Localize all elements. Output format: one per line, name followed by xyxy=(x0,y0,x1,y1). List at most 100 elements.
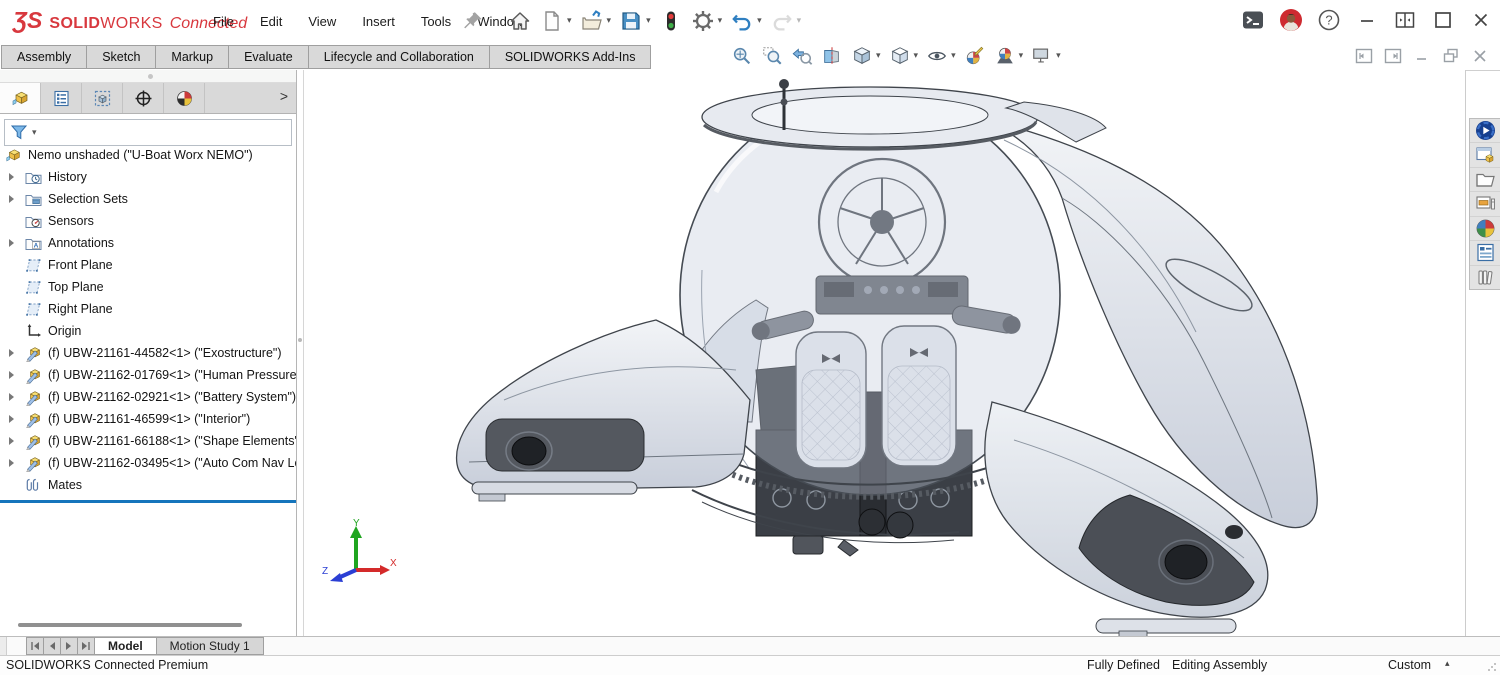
display-style-button[interactable]: ▾ xyxy=(886,44,922,68)
expand-arrow-icon[interactable] xyxy=(5,393,25,401)
expand-arrow-icon[interactable] xyxy=(5,173,25,181)
custom-properties-tab[interactable] xyxy=(1470,241,1500,265)
hide-show-items-button[interactable]: ▾ xyxy=(923,44,959,68)
view-palette-tab[interactable] xyxy=(1470,192,1500,216)
dropdown-caret-icon[interactable]: ▾ xyxy=(607,16,612,26)
appearances-scenes-tab[interactable] xyxy=(1470,217,1500,241)
dimxpertmanager-tab[interactable] xyxy=(123,83,164,113)
unit-system-selector[interactable]: Custom xyxy=(1388,658,1431,672)
tab-nav-last-button[interactable] xyxy=(77,637,95,655)
help-button[interactable]: ? xyxy=(1315,6,1342,33)
home-button[interactable] xyxy=(504,7,536,35)
threedexperience-tab[interactable] xyxy=(1470,119,1500,143)
menu-edit[interactable]: Edit xyxy=(247,0,295,42)
tree-item[interactable]: Origin xyxy=(0,320,296,342)
minimize-button[interactable] xyxy=(1353,6,1380,33)
tree-item[interactable]: (f) UBW-21161-46599<1> ("Interior") xyxy=(0,408,296,430)
dropdown-caret-icon[interactable]: ▾ xyxy=(797,16,802,26)
save-button[interactable]: ▾ xyxy=(615,7,655,35)
panel-splitter-handle[interactable] xyxy=(298,338,302,342)
view-orientation-button[interactable]: ▾ xyxy=(848,44,884,68)
view-settings-button[interactable]: ▾ xyxy=(1028,44,1064,68)
dropdown-caret-icon[interactable]: ▾ xyxy=(1019,51,1024,61)
dropdown-caret-icon[interactable]: ▾ xyxy=(876,51,881,61)
expand-arrow-icon[interactable] xyxy=(5,459,25,467)
undo-button[interactable]: ▾ xyxy=(726,7,766,35)
menu-view[interactable]: View xyxy=(295,0,349,42)
featuremanager-tab[interactable] xyxy=(0,83,41,113)
tree-item[interactable]: History xyxy=(0,166,296,188)
pin-menu-icon[interactable] xyxy=(462,10,484,32)
close-button[interactable] xyxy=(1467,6,1494,33)
switch-window-button[interactable] xyxy=(1391,6,1418,33)
tree-item[interactable]: Selection Sets xyxy=(0,188,296,210)
dropdown-caret-icon[interactable]: ▾ xyxy=(914,51,919,61)
tree-item[interactable]: AAnnotations xyxy=(0,232,296,254)
doc-tab-model[interactable]: Model xyxy=(94,637,157,655)
tree-item[interactable]: Front Plane xyxy=(0,254,296,276)
tree-item[interactable]: (f) UBW-21162-03495<1> ("Auto Com Nav Lo… xyxy=(0,452,296,474)
tab-nav-first-button[interactable] xyxy=(26,637,44,655)
tree-item[interactable]: Right Plane xyxy=(0,298,296,320)
panel-top-splitter[interactable] xyxy=(0,70,296,83)
apply-scene-button[interactable]: ▾ xyxy=(991,44,1027,68)
panel-splitter[interactable] xyxy=(297,70,304,636)
zoom-to-area-button[interactable] xyxy=(758,44,786,68)
tab-markup[interactable]: Markup xyxy=(155,45,229,69)
dropdown-caret-icon[interactable]: ▾ xyxy=(1056,51,1061,61)
tab-assembly[interactable]: Assembly xyxy=(1,45,87,69)
tree-item[interactable]: (f) UBW-21162-01769<1> ("Human Pressure … xyxy=(0,364,296,386)
pane-left-button[interactable] xyxy=(1354,46,1374,66)
menu-tools[interactable]: Tools xyxy=(408,0,464,42)
menu-file[interactable]: File xyxy=(200,0,247,42)
doc-tab-motion-study-1[interactable]: Motion Study 1 xyxy=(156,637,264,655)
tab-lifecycle-and-collaboration[interactable]: Lifecycle and Collaboration xyxy=(308,45,490,69)
expand-arrow-icon[interactable] xyxy=(5,437,25,445)
doc-close-button[interactable] xyxy=(1470,46,1490,66)
expand-arrow-icon[interactable] xyxy=(5,371,25,379)
expand-arrow-icon[interactable] xyxy=(5,239,25,247)
displaymanager-tab[interactable] xyxy=(164,83,205,113)
expand-arrow-icon[interactable] xyxy=(5,415,25,423)
doc-restore-button[interactable] xyxy=(1441,46,1461,66)
filter-funnel-icon[interactable] xyxy=(10,123,29,142)
tab-solidworks-add-ins[interactable]: SOLIDWORKS Add-Ins xyxy=(489,45,652,69)
dropdown-caret-icon[interactable]: ▾ xyxy=(718,16,723,26)
graphics-area[interactable]: Y X Z xyxy=(304,70,1465,636)
unit-system-caret-icon[interactable]: ▴ xyxy=(1445,659,1450,669)
options-button[interactable]: ▾ xyxy=(687,7,727,35)
pane-right-button[interactable] xyxy=(1383,46,1403,66)
expand-arrow-icon[interactable] xyxy=(5,195,25,203)
tree-item-root[interactable]: Nemo unshaded ("U-Boat Worx NEMO") xyxy=(0,144,296,166)
tab-nav-previous-button[interactable] xyxy=(43,637,61,655)
expand-arrow-icon[interactable] xyxy=(5,349,25,357)
dropdown-caret-icon[interactable]: ▾ xyxy=(757,16,762,26)
previous-view-button[interactable] xyxy=(788,44,816,68)
tree-item[interactable]: Sensors xyxy=(0,210,296,232)
more-manager-tabs-button[interactable]: > xyxy=(280,88,288,104)
zoom-to-fit-button[interactable] xyxy=(728,44,756,68)
solidworks-resources-tab[interactable] xyxy=(1470,143,1500,167)
tab-row-grip[interactable] xyxy=(0,637,7,655)
section-view-button[interactable] xyxy=(818,44,846,68)
tree-item[interactable]: (f) UBW-21162-02921<1> ("Battery System"… xyxy=(0,386,296,408)
rollback-bar[interactable] xyxy=(0,500,296,503)
tree-item[interactable]: Mates xyxy=(0,474,296,496)
panel-horizontal-scrollbar[interactable] xyxy=(18,623,242,627)
submarine-model[interactable] xyxy=(304,70,1465,636)
user-avatar-button[interactable] xyxy=(1277,6,1304,33)
tab-sketch[interactable]: Sketch xyxy=(86,45,156,69)
dropdown-caret-icon[interactable]: ▾ xyxy=(567,16,572,26)
doc-minimize-button[interactable] xyxy=(1412,46,1432,66)
tab-evaluate[interactable]: Evaluate xyxy=(228,45,309,69)
tab-nav-next-button[interactable] xyxy=(60,637,78,655)
open-button[interactable]: ▾ xyxy=(576,7,616,35)
dropdown-caret-icon[interactable]: ▾ xyxy=(646,16,651,26)
maximize-button[interactable] xyxy=(1429,6,1456,33)
menu-insert[interactable]: Insert xyxy=(349,0,408,42)
splitter-handle[interactable] xyxy=(148,74,153,79)
filter-dropdown-caret-icon[interactable]: ▾ xyxy=(32,128,37,138)
redo-button[interactable]: ▾ xyxy=(766,7,806,35)
propertymanager-tab[interactable] xyxy=(41,83,82,113)
design-library-tab[interactable] xyxy=(1470,266,1500,289)
